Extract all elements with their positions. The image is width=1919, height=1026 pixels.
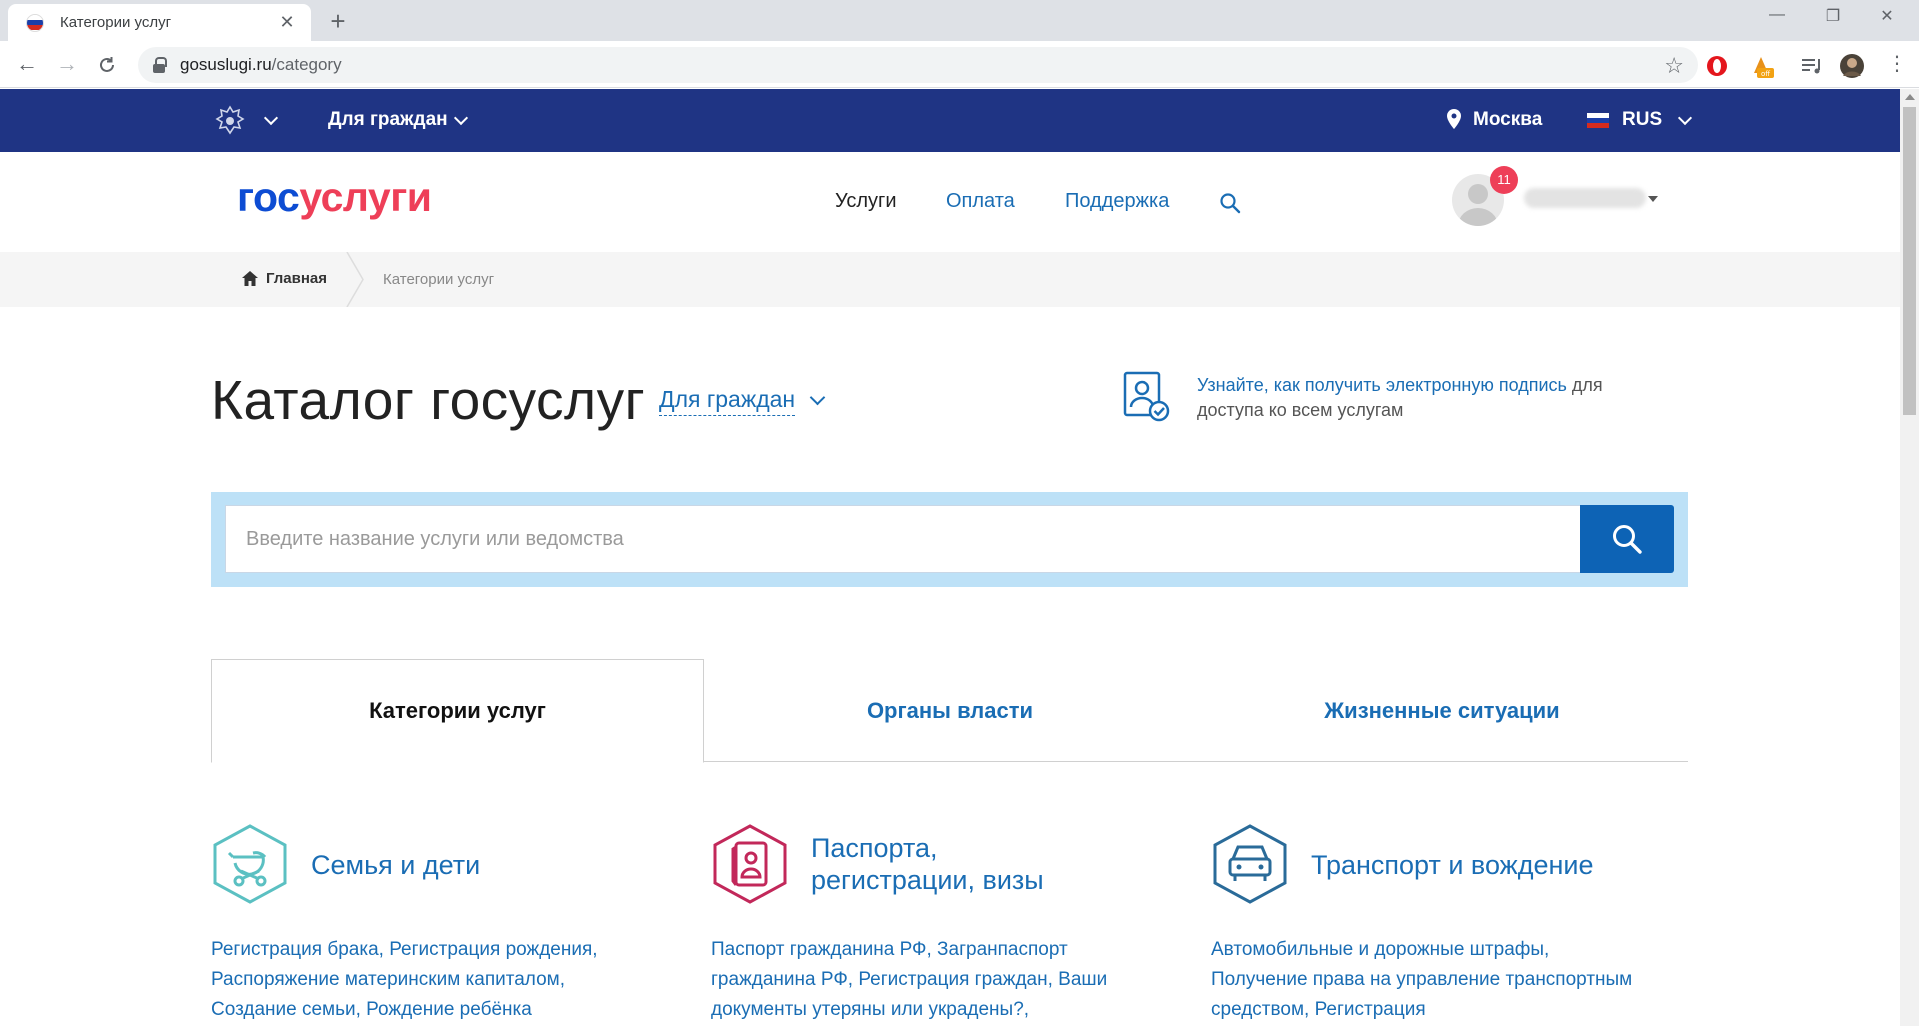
category-description[interactable]: Регистрация брака, Регистрация рождения,… bbox=[211, 935, 641, 1025]
notifications-badge[interactable]: 11 bbox=[1490, 166, 1518, 194]
site-topbar: Для граждан Москва RUS bbox=[0, 89, 1900, 152]
breadcrumb-home[interactable]: Главная bbox=[242, 270, 327, 287]
city-selector[interactable]: Москва bbox=[1473, 109, 1542, 131]
category-name[interactable]: Паспорта, регистрации, визы bbox=[811, 832, 1044, 896]
browser-tab-title: Категории услуг bbox=[60, 14, 172, 31]
esign-info: Узнайте, как получить электронную подпис… bbox=[1197, 375, 1603, 420]
car-icon bbox=[1213, 824, 1287, 904]
audience-chevron-down-icon[interactable] bbox=[453, 110, 469, 126]
search-button-icon bbox=[1613, 525, 1642, 554]
browser-toolbar: ← → gosuslugi.ru/category ☆ off ⋮ bbox=[0, 41, 1919, 88]
page-title: Каталог госуслуг bbox=[211, 369, 646, 431]
browser-tabstrip: Категории услуг ✕ + — ❐ ✕ bbox=[0, 0, 1919, 41]
passport-icon bbox=[713, 824, 787, 904]
tab-service-categories[interactable]: Категории услуг bbox=[211, 659, 704, 763]
scrollbar-thumb[interactable] bbox=[1903, 107, 1916, 415]
media-control-icon[interactable] bbox=[1799, 53, 1825, 79]
opera-adblock-extension-icon[interactable] bbox=[1704, 53, 1730, 79]
restore-window-icon[interactable]: ❐ bbox=[1810, 6, 1856, 26]
close-tab-icon[interactable]: ✕ bbox=[277, 12, 297, 33]
ru-flag-icon bbox=[1587, 113, 1609, 128]
category-description[interactable]: Автомобильные и дорожные штрафы, Получен… bbox=[1211, 935, 1641, 1025]
extension-off-icon[interactable]: off bbox=[1748, 53, 1774, 79]
search-submit-button[interactable] bbox=[1580, 505, 1674, 573]
nav-payment[interactable]: Оплата bbox=[946, 190, 1015, 213]
audience-switcher[interactable]: Для граждан bbox=[328, 109, 448, 131]
favicon-ru-flag-icon bbox=[26, 13, 44, 32]
stroller-icon bbox=[213, 824, 287, 904]
svg-text:off: off bbox=[1761, 70, 1770, 78]
electronic-signature-icon bbox=[1123, 371, 1170, 422]
browser-menu-icon[interactable]: ⋮ bbox=[1882, 50, 1912, 80]
service-search-input[interactable] bbox=[225, 505, 1583, 573]
emblem-chevron-down-icon[interactable] bbox=[263, 110, 279, 126]
close-window-icon[interactable]: ✕ bbox=[1864, 6, 1910, 26]
page-scrollbar[interactable] bbox=[1900, 89, 1919, 1026]
breadcrumb-current: Категории услуг bbox=[383, 271, 495, 288]
catalog-filter-chevron-down-icon[interactable] bbox=[809, 389, 826, 406]
user-menu-caret-icon[interactable] bbox=[1648, 196, 1658, 202]
russia-emblem-icon[interactable] bbox=[212, 103, 248, 139]
tab-authorities[interactable]: Органы власти bbox=[704, 659, 1196, 762]
address-bar[interactable]: gosuslugi.ru/category ☆ bbox=[138, 47, 1698, 83]
breadcrumb-separator bbox=[346, 252, 364, 307]
language-chevron-down-icon[interactable] bbox=[1677, 110, 1693, 126]
new-tab-button[interactable]: + bbox=[324, 8, 352, 36]
page: Категории услуг ✕ + — ❐ ✕ ← → gosuslugi.… bbox=[0, 0, 1919, 1026]
minimize-window-icon[interactable]: — bbox=[1754, 6, 1800, 24]
browser-tab[interactable]: Категории услуг ✕ bbox=[8, 4, 311, 41]
user-name-blurred[interactable] bbox=[1524, 188, 1646, 208]
site-header: госуслуги Услуги Оплата Поддержка 11 bbox=[0, 152, 1900, 252]
scroll-up-icon[interactable] bbox=[1905, 94, 1915, 100]
bookmark-star-icon[interactable]: ☆ bbox=[1664, 53, 1684, 79]
nav-services[interactable]: Услуги bbox=[835, 190, 897, 213]
category-description[interactable]: Паспорт гражданина РФ, Загранпаспорт гра… bbox=[711, 935, 1141, 1025]
reload-icon[interactable] bbox=[92, 50, 122, 80]
gosuslugi-logo[interactable]: госуслуги bbox=[237, 174, 432, 221]
forward-icon[interactable]: → bbox=[52, 50, 82, 80]
home-icon bbox=[242, 271, 258, 286]
location-pin-icon bbox=[1447, 109, 1461, 129]
tab-life-situations[interactable]: Жизненные ситуации bbox=[1196, 659, 1688, 762]
search-panel bbox=[211, 492, 1688, 587]
profile-avatar-icon[interactable] bbox=[1839, 53, 1865, 79]
url-text: gosuslugi.ru/category bbox=[180, 55, 342, 74]
catalog-tabs: Категории услуг Органы власти Жизненные … bbox=[211, 659, 1688, 763]
language-selector[interactable]: RUS bbox=[1622, 109, 1662, 131]
nav-support[interactable]: Поддержка bbox=[1065, 190, 1169, 213]
search-icon[interactable] bbox=[1219, 192, 1241, 214]
category-name[interactable]: Транспорт и вождение bbox=[1311, 849, 1594, 881]
category-name[interactable]: Семья и дети bbox=[311, 849, 480, 881]
breadcrumb: Главная Категории услуг bbox=[0, 252, 1900, 307]
catalog-audience-filter[interactable]: Для граждан bbox=[659, 386, 796, 416]
back-icon[interactable]: ← bbox=[12, 50, 42, 80]
lock-icon bbox=[152, 57, 167, 73]
esign-link[interactable]: Узнайте, как получить электронную подпис… bbox=[1197, 375, 1567, 395]
